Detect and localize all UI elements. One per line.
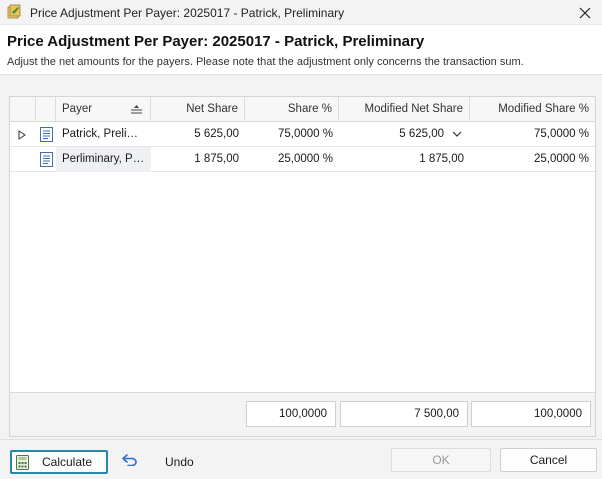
net-share-cell: 1 875,00: [194, 153, 239, 165]
calculate-button[interactable]: Calculate: [10, 450, 108, 474]
window-title: Price Adjustment Per Payer: 2025017 - Pa…: [30, 6, 345, 20]
dialog-footer: Calculate Undo OK Cancel: [0, 439, 602, 479]
price-tag-icon: [7, 4, 21, 19]
total-modified-share-pct: 100,0000: [471, 401, 591, 427]
chevron-down-icon[interactable]: [452, 131, 462, 138]
modified-net-share-input[interactable]: 5 625,00: [339, 122, 470, 147]
expand-arrow-icon[interactable]: [18, 130, 26, 140]
column-header-net-share[interactable]: Net Share: [151, 97, 245, 122]
net-share-cell: 5 625,00: [194, 128, 239, 140]
share-pct-cell: 25,0000 %: [278, 153, 333, 165]
column-header-payer-label: Payer: [62, 103, 93, 115]
document-icon: [40, 127, 53, 142]
modified-share-pct-cell[interactable]: 75,0000 %: [470, 122, 595, 147]
share-pct-cell: 75,0000 %: [278, 128, 333, 140]
calculate-label: Calculate: [41, 455, 93, 469]
close-icon: [579, 7, 591, 18]
column-header-share-pct[interactable]: Share %: [245, 97, 339, 122]
indicator-column-header: [10, 97, 36, 122]
undo-icon[interactable]: [122, 454, 138, 466]
total-modified-net-share: 7 500,00: [340, 401, 468, 427]
icon-column-header: [36, 97, 56, 122]
close-button[interactable]: [568, 0, 602, 25]
title-bar: Price Adjustment Per Payer: 2025017 - Pa…: [0, 0, 602, 25]
grid-header: Payer Net Share Share % Modified Net Sha…: [10, 97, 595, 122]
ok-button[interactable]: OK: [391, 448, 491, 472]
total-share-pct: 100,0000: [246, 401, 336, 427]
page-subtitle: Adjust the net amounts for the payers. P…: [7, 56, 524, 68]
content-area: Payer Net Share Share % Modified Net Sha…: [0, 75, 602, 439]
undo-button[interactable]: Undo: [165, 455, 194, 469]
sort-icon: [131, 105, 142, 114]
modified-net-share-input[interactable]: 1 875,00: [339, 147, 470, 172]
payer-cell[interactable]: Perliminary, Patrick: [56, 147, 151, 172]
calculator-icon: [16, 455, 29, 470]
column-header-modified-share-pct[interactable]: Modified Share %: [470, 97, 595, 122]
cancel-button[interactable]: Cancel: [500, 448, 597, 472]
page-title: Price Adjustment Per Payer: 2025017 - Pa…: [7, 33, 425, 50]
column-header-payer[interactable]: Payer: [56, 97, 151, 122]
payer-grid: Payer Net Share Share % Modified Net Sha…: [9, 96, 596, 437]
document-icon: [40, 152, 53, 167]
payer-cell[interactable]: Patrick, Preliminary: [56, 122, 151, 147]
table-row[interactable]: Patrick, Preliminary 5 625,00 75,0000 % …: [10, 122, 595, 147]
column-header-modified-net-share[interactable]: Modified Net Share: [339, 97, 470, 122]
dialog-header: Price Adjustment Per Payer: 2025017 - Pa…: [0, 25, 602, 75]
table-row[interactable]: Perliminary, Patrick 1 875,00 25,0000 % …: [10, 147, 595, 172]
modified-share-pct-cell[interactable]: 25,0000 %: [470, 147, 595, 172]
totals-row: 100,0000 7 500,00 100,0000: [10, 392, 595, 436]
